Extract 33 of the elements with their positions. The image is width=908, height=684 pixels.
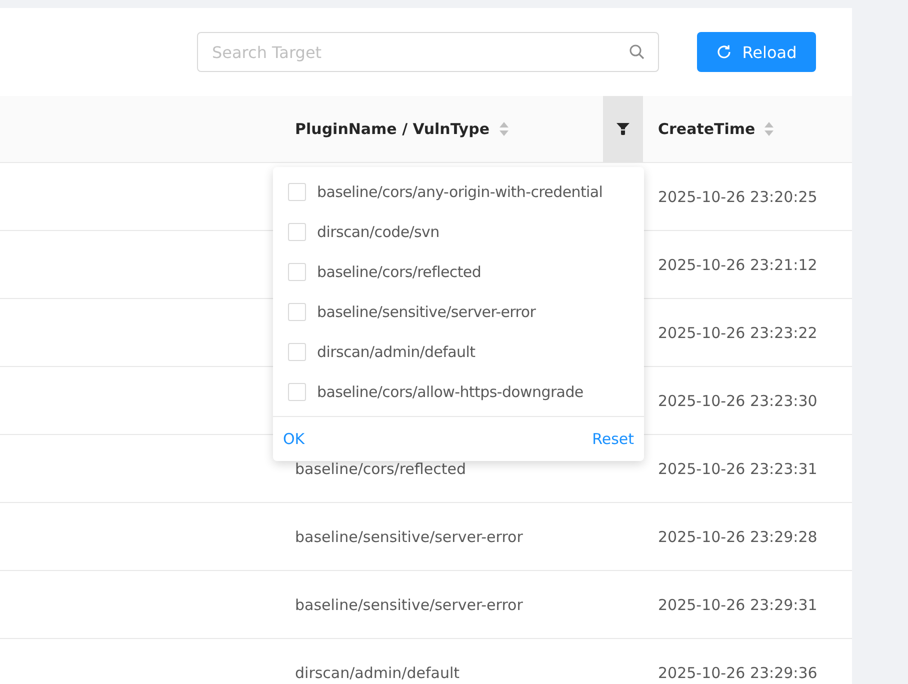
table-cell: baseline/cors/reflected xyxy=(295,460,466,478)
column-header: CreateTime xyxy=(658,120,756,138)
table-cell: 2025-10-26 23:29:28 xyxy=(658,528,818,546)
filter-option[interactable]: baseline/sensitive/server-error xyxy=(317,303,536,321)
table-cell: 2025-10-26 23:29:36 xyxy=(658,664,818,682)
checkbox[interactable] xyxy=(288,343,306,361)
sort-icon[interactable] xyxy=(764,121,774,137)
table-cell: baseline/sensitive/server-error xyxy=(295,596,523,614)
search-icon xyxy=(629,44,645,60)
checkbox[interactable] xyxy=(288,383,306,401)
column-header: PluginName / VulnType xyxy=(295,120,490,138)
table-cell: 2025-10-26 23:29:31 xyxy=(658,596,818,614)
table-cell: 2025-10-26 23:20:25 xyxy=(658,188,818,206)
filter-option[interactable]: dirscan/code/svn xyxy=(317,223,440,241)
sort-icon[interactable] xyxy=(498,121,508,137)
reload-icon xyxy=(716,44,732,60)
table-cell: 2025-10-26 23:21:12 xyxy=(658,256,818,274)
checkbox[interactable] xyxy=(288,223,306,241)
filter-option[interactable]: dirscan/admin/default xyxy=(317,343,476,361)
filter-option[interactable]: baseline/cors/reflected xyxy=(317,263,482,281)
checkbox[interactable] xyxy=(288,263,306,281)
table-cell: 2025-10-26 23:23:31 xyxy=(658,460,818,478)
checkbox[interactable] xyxy=(288,303,306,321)
filter-option[interactable]: baseline/cors/any-origin-with-credential xyxy=(317,183,603,201)
checkbox[interactable] xyxy=(288,183,306,201)
table-cell: dirscan/admin/default xyxy=(295,664,460,682)
search-field[interactable]: Search Target xyxy=(197,32,659,72)
table-cell: 2025-10-26 23:23:22 xyxy=(658,324,818,342)
filter-icon xyxy=(616,122,630,136)
filter-option[interactable]: baseline/cors/allow-https-downgrade xyxy=(317,383,584,401)
filter-button[interactable] xyxy=(603,96,643,162)
table-cell: baseline/sensitive/server-error xyxy=(295,528,523,546)
table-cell: 2025-10-26 23:23:30 xyxy=(658,392,818,410)
